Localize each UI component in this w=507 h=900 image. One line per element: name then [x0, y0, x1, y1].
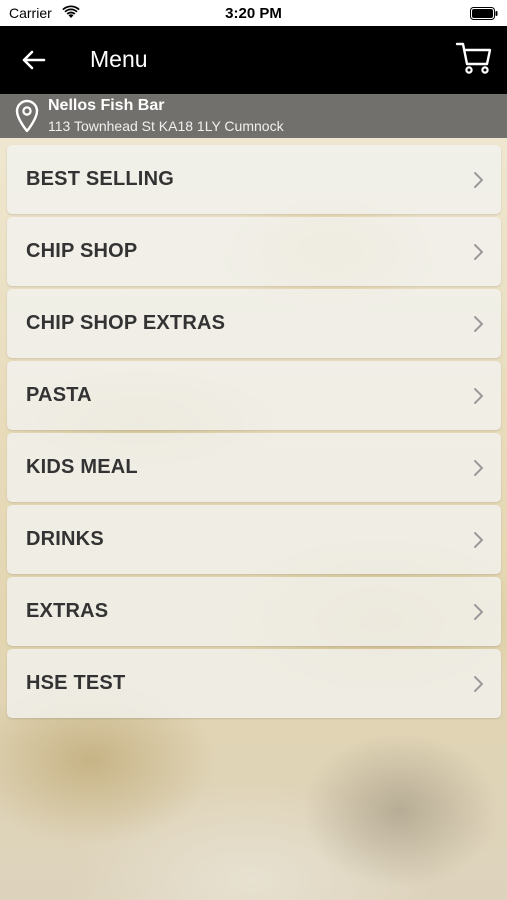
- menu-category-drinks[interactable]: DRINKS: [7, 505, 501, 574]
- menu-category-label: PASTA: [26, 384, 92, 406]
- menu-category-label: KIDS MEAL: [26, 456, 138, 478]
- chevron-right-icon: [472, 603, 484, 621]
- menu-category-chip-shop-extras[interactable]: CHIP SHOP EXTRAS: [7, 289, 501, 358]
- status-time: 3:20 PM: [225, 5, 282, 22]
- menu-category-kids-meal[interactable]: KIDS MEAL: [7, 433, 501, 502]
- chevron-right-icon: [472, 315, 484, 333]
- menu-category-chip-shop[interactable]: CHIP SHOP: [7, 217, 501, 286]
- chevron-right-icon: [472, 531, 484, 549]
- map-pin-icon: [14, 99, 40, 133]
- chevron-right-icon: [472, 459, 484, 477]
- chevron-right-icon: [472, 387, 484, 405]
- menu-category-label: CHIP SHOP: [26, 240, 138, 262]
- menu-category-label: BEST SELLING: [26, 168, 174, 190]
- page-title: Menu: [90, 46, 148, 72]
- menu-category-label: CHIP SHOP EXTRAS: [26, 312, 226, 334]
- shop-name: Nellos Fish Bar: [48, 97, 165, 114]
- battery-icon: [470, 7, 498, 23]
- cart-button[interactable]: [455, 40, 493, 76]
- navigation-bar: Menu: [0, 26, 507, 94]
- menu-category-label: HSE TEST: [26, 672, 126, 694]
- menu-category-hse-test[interactable]: HSE TEST: [7, 649, 501, 718]
- menu-category-best-selling[interactable]: BEST SELLING: [7, 145, 501, 214]
- location-bar: Nellos Fish Bar 113 Townhead St KA18 1LY…: [0, 94, 507, 138]
- chevron-right-icon: [472, 675, 484, 693]
- shop-address: 113 Townhead St KA18 1LY Cumnock: [48, 118, 284, 134]
- menu-category-list: BEST SELLING CHIP SHOP CHIP SHOP EXTRAS …: [7, 145, 501, 721]
- menu-category-label: EXTRAS: [26, 600, 109, 622]
- menu-category-label: DRINKS: [26, 528, 104, 550]
- menu-category-extras[interactable]: EXTRAS: [7, 577, 501, 646]
- chevron-right-icon: [472, 243, 484, 261]
- cart-icon: [455, 42, 492, 74]
- menu-category-pasta[interactable]: PASTA: [7, 361, 501, 430]
- chevron-right-icon: [472, 171, 484, 189]
- back-button[interactable]: [20, 46, 50, 74]
- arrow-left-icon: [22, 50, 46, 70]
- status-bar: Carrier 3:20 PM: [0, 0, 507, 26]
